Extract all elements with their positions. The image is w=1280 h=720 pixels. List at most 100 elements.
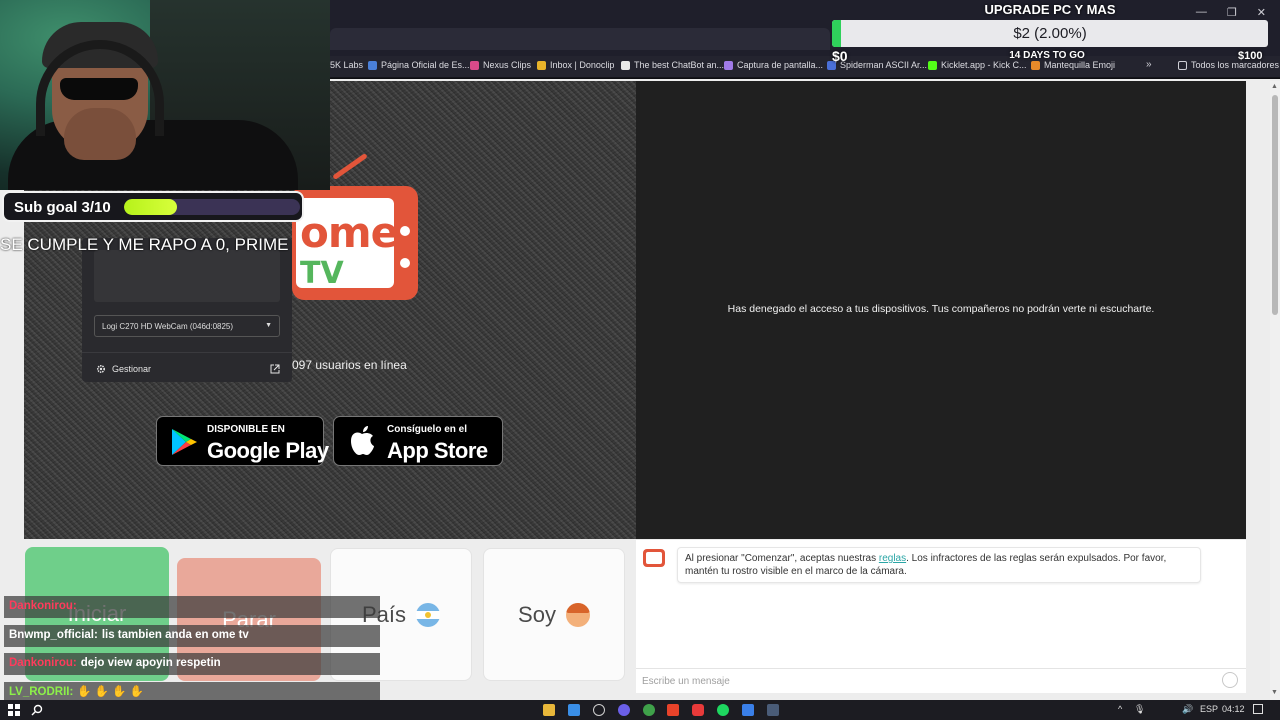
gear-icon bbox=[96, 364, 106, 374]
window-controls: — ❐ ✕ bbox=[1196, 6, 1266, 19]
sunglasses bbox=[60, 78, 138, 100]
camera-select[interactable]: Logi C270 HD WebCam (046d:0825) ▼ bbox=[94, 315, 280, 337]
chat-text: dejo view apoyin respetin bbox=[80, 657, 221, 669]
google-play-badge[interactable]: DISPONIBLE EN Google Play bbox=[156, 416, 329, 466]
minimize-button[interactable]: — bbox=[1196, 6, 1207, 19]
bookmark-label: Kicklet.app - Kick C... bbox=[941, 60, 1027, 70]
manage-devices-link[interactable]: Gestionar bbox=[96, 364, 151, 374]
spotify-icon[interactable] bbox=[717, 704, 729, 716]
ome-tv-chat-logo-icon bbox=[643, 549, 665, 567]
scroll-up-icon[interactable]: ▲ bbox=[1271, 83, 1278, 90]
bookmark-label: Todos los marcadores bbox=[1191, 60, 1280, 70]
steam-icon[interactable] bbox=[767, 704, 779, 716]
file-explorer-icon[interactable] bbox=[543, 704, 555, 716]
app-store-big-text: App Store bbox=[387, 438, 488, 463]
clock[interactable]: 04:12 bbox=[1222, 704, 1245, 714]
chat-username: Bnwmp_official: bbox=[9, 629, 98, 641]
folder-icon bbox=[1178, 60, 1187, 70]
google-play-icon bbox=[172, 429, 197, 455]
bookmark-favicon-icon bbox=[621, 60, 630, 70]
notifications-icon[interactable] bbox=[1253, 704, 1263, 714]
chat-input-bar bbox=[636, 668, 1246, 693]
bookmark-item[interactable]: Mantequilla Emoji bbox=[1031, 60, 1115, 70]
scrollbar-thumb[interactable] bbox=[1272, 95, 1278, 315]
sub-goal-label: Sub goal 3/10 bbox=[14, 199, 111, 216]
active-tab[interactable] bbox=[330, 28, 830, 50]
denied-access-message: Has denegado el acceso a tus dispositivo… bbox=[727, 303, 1155, 315]
bookmark-item[interactable]: Captura de pantalla... bbox=[724, 60, 823, 70]
page-scrollbar[interactable]: ▲ ▼ bbox=[1270, 81, 1280, 700]
language-indicator[interactable]: ESP bbox=[1200, 704, 1218, 714]
all-bookmarks-folder[interactable]: Todos los marcadores bbox=[1178, 60, 1279, 70]
logo-text-tv: TV bbox=[300, 256, 344, 291]
bookmark-item[interactable]: 5K Labs bbox=[330, 60, 363, 70]
upgrade-goal-title: UPGRADE PC Y MAS bbox=[984, 2, 1116, 17]
emoji-smiley-icon[interactable] bbox=[1222, 672, 1238, 688]
discord-icon[interactable] bbox=[618, 704, 630, 716]
close-button[interactable]: ✕ bbox=[1257, 6, 1266, 19]
windows-taskbar: ^ 🎙 🔊 ESP 04:12 bbox=[0, 700, 1280, 720]
gender-select-button[interactable]: Soy bbox=[483, 548, 625, 681]
camera-preview bbox=[94, 250, 280, 302]
chrome-icon[interactable] bbox=[643, 704, 655, 716]
bookmark-label: Mantequilla Emoji bbox=[1044, 60, 1116, 70]
tray-chevron-icon[interactable]: ^ bbox=[1118, 704, 1122, 714]
app-icon[interactable] bbox=[742, 704, 754, 716]
bookmark-label: Captura de pantalla... bbox=[737, 60, 824, 70]
upgrade-goal-bar: $2 (2.00%) bbox=[832, 20, 1268, 47]
app-icon[interactable] bbox=[568, 704, 580, 716]
bookmark-item[interactable]: Kicklet.app - Kick C... bbox=[928, 60, 1027, 70]
bookmark-label: The best ChatBot an... bbox=[634, 60, 725, 70]
bookmark-item[interactable]: Nexus Clips bbox=[470, 60, 531, 70]
rules-notice: Al presionar "Comenzar", aceptas nuestra… bbox=[677, 547, 1201, 583]
bookmark-item[interactable]: Página Oficial de Es... bbox=[368, 60, 470, 70]
logo-knob bbox=[400, 226, 410, 236]
google-play-small-text: DISPONIBLE EN bbox=[207, 424, 285, 435]
chat-username: Dankonirou: bbox=[9, 657, 77, 669]
settings-icon[interactable] bbox=[593, 704, 605, 716]
bookmark-favicon-icon bbox=[470, 60, 479, 70]
logo-knob bbox=[400, 258, 410, 268]
bookmark-label: Spiderman ASCII Ar... bbox=[840, 60, 928, 70]
bookmark-label: Nexus Clips bbox=[483, 60, 532, 70]
bookmark-favicon-icon bbox=[928, 60, 937, 70]
restore-button[interactable]: ❐ bbox=[1227, 6, 1237, 19]
dropdown-arrow-icon: ▼ bbox=[265, 322, 272, 329]
stream-chat-message: LV_RODRII: ✋ ✋ ✋ ✋ bbox=[4, 682, 380, 700]
sub-goal-caption: SE CUMPLE Y ME RAPO A 0, PRIME bbox=[0, 235, 289, 254]
sub-goal-widget: Sub goal 3/10 bbox=[2, 191, 304, 222]
camera-select-value: Logi C270 HD WebCam (046d:0825) bbox=[102, 322, 234, 331]
app-store-badge[interactable]: Consíguelo en el App Store bbox=[333, 416, 503, 466]
search-icon[interactable] bbox=[31, 704, 43, 716]
scroll-down-icon[interactable]: ▼ bbox=[1271, 689, 1278, 696]
bookmark-favicon-icon bbox=[724, 60, 733, 70]
upgrade-goal-min: $0 bbox=[832, 48, 848, 64]
gender-label: Soy bbox=[518, 601, 556, 627]
rules-link[interactable]: reglas bbox=[879, 553, 906, 564]
chat-message-input[interactable] bbox=[642, 674, 1202, 689]
stream-chat-message: Dankonirou: dejo view apoyin respetin bbox=[4, 653, 380, 675]
bookmark-label: Inbox | Donoclip bbox=[550, 60, 615, 70]
windows-start-icon[interactable] bbox=[8, 704, 20, 716]
bookmark-favicon-icon bbox=[537, 60, 546, 70]
stream-chat-message: Dankonirou: bbox=[4, 596, 380, 618]
stream-chat-message: Bnwmp_official: lis tambien anda en ome t… bbox=[4, 625, 380, 647]
boy-emoji-icon bbox=[565, 602, 590, 627]
bookmark-item[interactable]: The best ChatBot an... bbox=[621, 60, 724, 70]
volume-icon[interactable]: 🔊 bbox=[1182, 704, 1193, 715]
upgrade-goal-days: 14 DAYS TO GO bbox=[1009, 50, 1085, 61]
chat-username: LV_RODRII: bbox=[9, 686, 74, 698]
youtube-icon[interactable] bbox=[692, 704, 704, 716]
external-link-icon[interactable] bbox=[270, 364, 280, 374]
brave-icon[interactable] bbox=[667, 704, 679, 716]
users-online-count: 097 usuarios en línea bbox=[292, 358, 407, 372]
bookmark-favicon-icon bbox=[368, 60, 377, 70]
microphone-icon[interactable]: 🎙 bbox=[1134, 704, 1145, 715]
notice-text-before: Al presionar "Comenzar", aceptas nuestra… bbox=[685, 553, 879, 564]
bookmark-item[interactable]: Inbox | Donoclip bbox=[537, 60, 614, 70]
argentina-flag-icon bbox=[416, 602, 441, 627]
chat-text: ✋ ✋ ✋ ✋ bbox=[77, 686, 145, 698]
sub-goal-track bbox=[124, 199, 300, 215]
streamer-hand bbox=[64, 108, 136, 160]
streamer-webcam bbox=[0, 0, 330, 190]
